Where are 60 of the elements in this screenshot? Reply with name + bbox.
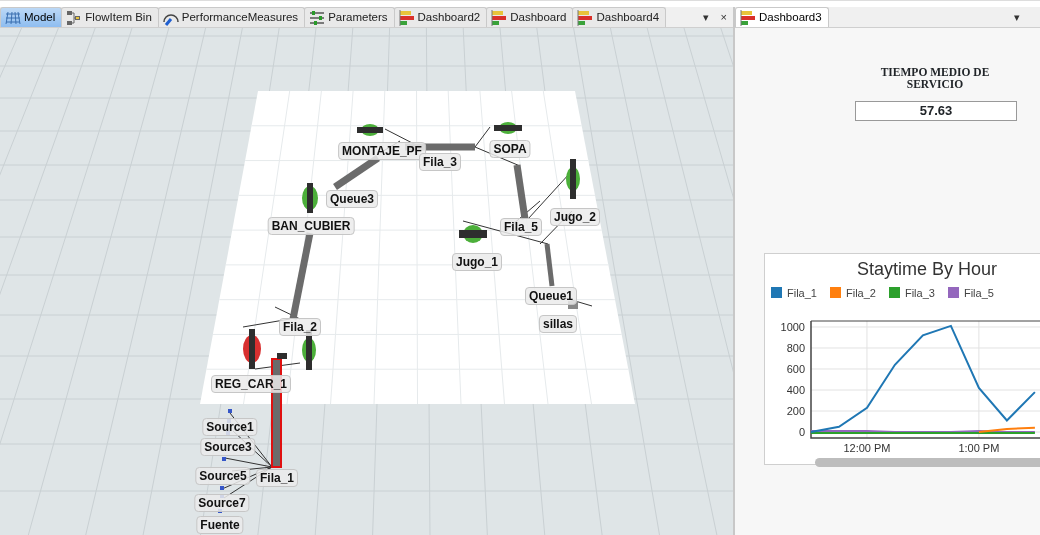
axis-tick-label: 1000: [780, 320, 805, 333]
object-label: Queue3: [326, 190, 378, 208]
tab[interactable]: PerformanceMeasures: [157, 7, 306, 27]
object-label: Source7: [194, 494, 250, 512]
tab[interactable]: Dashboard: [486, 7, 574, 27]
machine-drawing: [357, 124, 383, 136]
menu-button[interactable]: ▾: [1008, 8, 1026, 26]
machine-drawing: [302, 183, 318, 213]
object-label: Jugo_1: [452, 253, 502, 271]
object-label: Fila_2: [279, 318, 321, 336]
close-button[interactable]: ×: [714, 8, 733, 26]
legend-item: Fila_2: [829, 285, 876, 302]
grid-icon: [5, 9, 21, 26]
stat-title: TIEMPO MEDIO DE SERVICIO: [879, 66, 991, 90]
object-label: REG_CAR_1: [211, 375, 291, 393]
menu-button[interactable]: ▾: [696, 8, 715, 26]
axis-tick-label: 200: [786, 404, 805, 417]
bar-chart-icon: [491, 9, 508, 26]
legend-item: Fila_1: [771, 285, 817, 302]
tab[interactable]: Model: [0, 7, 63, 27]
bar-chart-icon: [398, 9, 415, 26]
object-label: Queue1: [525, 287, 577, 305]
object-label: Source1: [202, 418, 258, 436]
object-label: Fila_1: [256, 469, 298, 487]
tab[interactable]: Dashboard4: [572, 7, 667, 27]
tab[interactable]: FlowItem Bin: [61, 7, 159, 27]
axis-tick-label: 1:00 PM: [958, 441, 1000, 454]
object-label: sillas: [539, 315, 577, 333]
object-label: Source3: [200, 438, 256, 456]
object-label: Fuente: [196, 516, 244, 534]
stat-value: 57.63: [855, 101, 1017, 121]
axis-tick-label: 12:00 PM: [843, 441, 891, 454]
conveyor: [544, 243, 555, 287]
object-label: Fila_3: [419, 153, 461, 171]
axis-tick-label: 600: [786, 362, 805, 375]
tab[interactable]: Parameters: [304, 7, 395, 27]
machine-drawing: [243, 329, 261, 369]
machine-drawing: [566, 159, 580, 199]
tab[interactable]: Dashboard2: [393, 7, 488, 27]
object-label: BAN_CUBIER: [267, 217, 355, 235]
object-label: Fila_5: [500, 218, 542, 236]
axis-tick-label: 0: [798, 425, 805, 438]
axis-tick-label: 400: [786, 383, 805, 396]
chart-title: Staytime By Hour: [857, 258, 999, 280]
machine-drawing: [494, 122, 522, 134]
machine-drawing: [459, 225, 487, 243]
object-label: Jugo_2: [550, 208, 600, 226]
bar-chart-icon: [740, 9, 756, 26]
tab[interactable]: Dashboard3: [735, 7, 829, 27]
object-label: SOPA: [489, 140, 531, 158]
axis-tick-label: 800: [786, 341, 805, 354]
bar-chart-icon: [577, 9, 594, 26]
object-label: Source5: [195, 467, 251, 485]
legend-item: Fila_5: [947, 285, 994, 302]
sliders-icon: [309, 9, 326, 26]
nodes-icon: [66, 9, 83, 26]
legend-item: Fila_3: [888, 285, 935, 302]
source-marker: [228, 409, 232, 413]
conveyor: [513, 164, 529, 220]
machine-drawing: [277, 353, 287, 359]
